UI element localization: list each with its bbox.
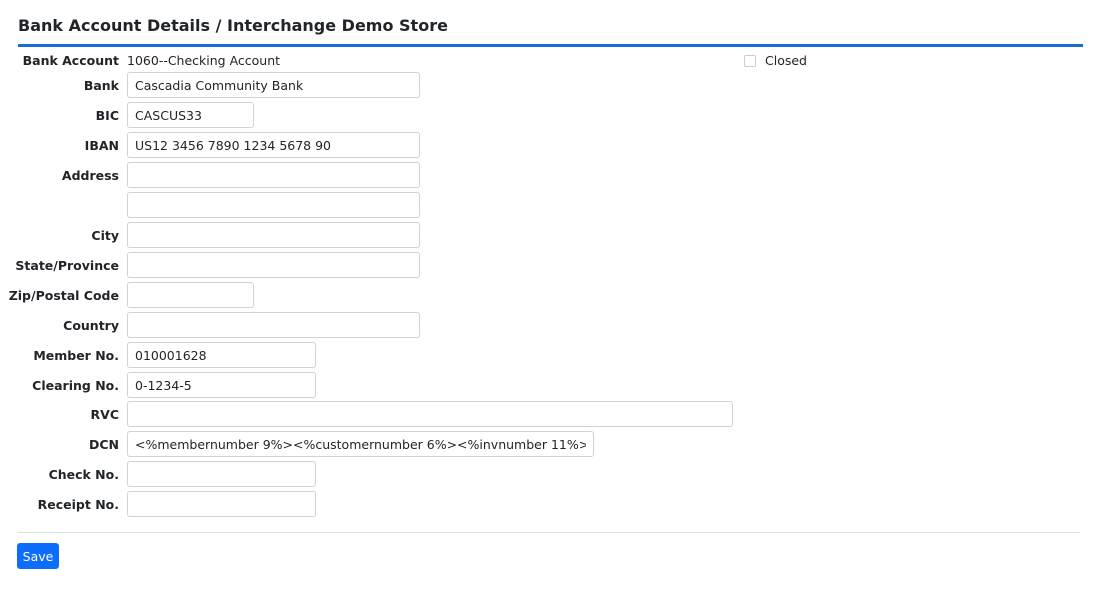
rvc-label: RVC [90, 407, 119, 422]
bank-account-value: 1060--Checking Account [127, 53, 281, 68]
form-divider [18, 532, 1080, 533]
state-label: State/Province [15, 258, 119, 273]
clearing-no-input[interactable] [127, 372, 316, 398]
rvc-input[interactable] [127, 401, 733, 427]
dcn-input[interactable] [127, 431, 594, 457]
bank-label: Bank [83, 78, 119, 93]
rvc-row: RVC [0, 401, 1100, 429]
check-no-row: Check No. [0, 461, 1100, 489]
country-row: Country [0, 312, 1100, 340]
address-line2-row [0, 192, 1100, 220]
city-row: City [0, 222, 1100, 250]
check-no-input[interactable] [127, 461, 316, 487]
check-no-label: Check No. [48, 467, 119, 482]
page-title: Bank Account Details / Interchange Demo … [18, 16, 448, 35]
clearing-no-label: Clearing No. [32, 378, 119, 393]
closed-checkbox[interactable] [744, 55, 756, 67]
state-row: State/Province [0, 252, 1100, 280]
bank-account-label: Bank Account [22, 53, 119, 68]
address-line1-input[interactable] [127, 162, 420, 188]
dcn-row: DCN [0, 431, 1100, 459]
address-label: Address [61, 168, 119, 183]
state-input[interactable] [127, 252, 420, 278]
bank-input[interactable] [127, 72, 420, 98]
iban-label: IBAN [84, 138, 119, 153]
receipt-no-input[interactable] [127, 491, 316, 517]
iban-row: IBAN [0, 132, 1100, 160]
receipt-no-label: Receipt No. [37, 497, 119, 512]
member-no-label: Member No. [33, 348, 119, 363]
city-label: City [91, 228, 119, 243]
closed-checkbox-group[interactable]: Closed [744, 54, 807, 68]
save-button[interactable]: Save [17, 543, 59, 569]
address-line2-input[interactable] [127, 192, 420, 218]
country-input[interactable] [127, 312, 420, 338]
bic-input[interactable] [127, 102, 254, 128]
clearing-no-row: Clearing No. [0, 372, 1100, 400]
dcn-label: DCN [88, 437, 119, 452]
zip-input[interactable] [127, 282, 254, 308]
city-input[interactable] [127, 222, 420, 248]
address-row: Address [0, 162, 1100, 190]
bank-account-row: Bank Account 1060--Checking Account [0, 47, 1100, 75]
country-label: Country [63, 318, 119, 333]
zip-row: Zip/Postal Code [0, 282, 1100, 310]
closed-label: Closed [765, 53, 807, 68]
bic-label: BIC [95, 108, 119, 123]
zip-label: Zip/Postal Code [8, 288, 119, 303]
member-no-input[interactable] [127, 342, 316, 368]
bic-row: BIC [0, 102, 1100, 130]
iban-input[interactable] [127, 132, 420, 158]
member-no-row: Member No. [0, 342, 1100, 370]
receipt-no-row: Receipt No. [0, 491, 1100, 519]
bank-row: Bank [0, 72, 1100, 100]
